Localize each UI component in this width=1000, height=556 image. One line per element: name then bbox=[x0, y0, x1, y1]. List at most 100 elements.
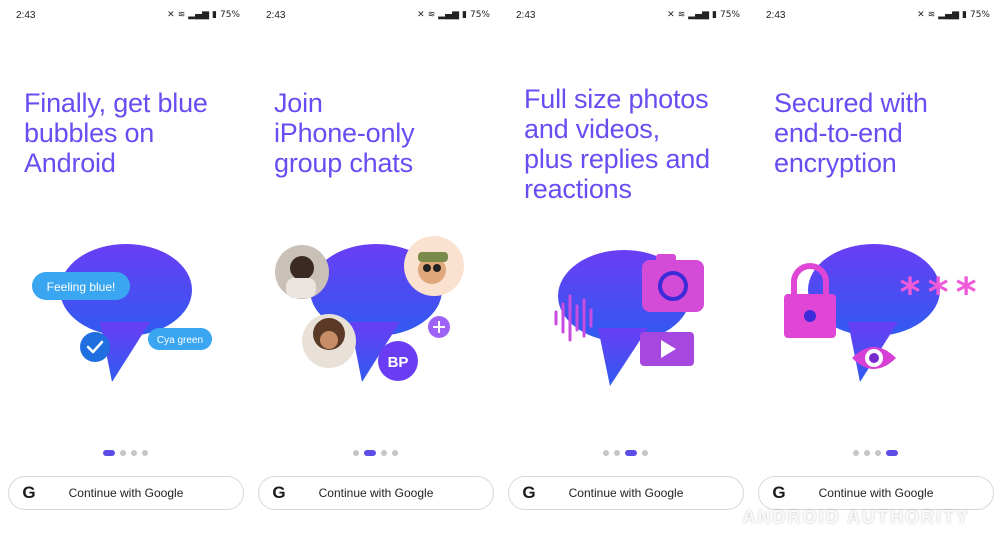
status-icons: ✕ ≋ ▂▄▆ ▮ 75% bbox=[917, 10, 990, 20]
onboarding-screen-3: 2:43 ✕ ≋ ▂▄▆ ▮ 75% Full size photos and … bbox=[500, 0, 750, 556]
watermark: ANDROID AUTHORITY bbox=[742, 507, 970, 527]
button-label: Continue with Google bbox=[568, 486, 684, 500]
continue-with-google-button[interactable]: G Continue with Google bbox=[8, 476, 244, 510]
page-dot[interactable] bbox=[363, 450, 376, 456]
chat-bubble-icon bbox=[60, 244, 192, 382]
mute-icon: ✕ bbox=[417, 10, 425, 20]
page-dot[interactable] bbox=[863, 450, 870, 456]
page-dot[interactable] bbox=[102, 450, 115, 456]
page-dot[interactable] bbox=[874, 450, 881, 456]
headline: Finally, get blue bubbles on Android bbox=[24, 88, 246, 178]
signal-icon: ▂▄▆ bbox=[688, 10, 710, 20]
bp-badge: BP bbox=[378, 341, 418, 381]
google-g-icon: G bbox=[772, 483, 786, 502]
status-time: 2:43 bbox=[16, 9, 36, 21]
mute-icon: ✕ bbox=[667, 10, 675, 20]
continue-with-google-button[interactable]: G Continue with Google bbox=[508, 476, 744, 510]
mute-icon: ✕ bbox=[167, 10, 175, 20]
password-asterisks: *** bbox=[898, 270, 978, 316]
battery-icon: ▮ bbox=[462, 10, 467, 20]
page-indicator bbox=[250, 450, 500, 456]
headline-line: iPhone-only bbox=[274, 118, 415, 148]
status-time: 2:43 bbox=[266, 9, 286, 21]
continue-with-google-button[interactable]: G Continue with Google bbox=[758, 476, 994, 510]
onboarding-screen-4: 2:43 ✕ ≋ ▂▄▆ ▮ 75% Secured with end-to-e… bbox=[750, 0, 1000, 556]
headline-line: encryption bbox=[774, 148, 897, 178]
headline-line: Full size photos bbox=[524, 84, 709, 114]
battery-percent: 75% bbox=[469, 10, 490, 20]
button-label: Continue with Google bbox=[318, 486, 434, 500]
illustration-media bbox=[500, 230, 750, 400]
avatar-memoji bbox=[404, 236, 464, 296]
status-bar: 2:43 ✕ ≋ ▂▄▆ ▮ 75% bbox=[766, 8, 990, 22]
headline: Secured with end-to-end encryption bbox=[774, 88, 996, 178]
headline-line: bubbles on bbox=[24, 118, 155, 148]
status-bar: 2:43 ✕ ≋ ▂▄▆ ▮ 75% bbox=[516, 8, 740, 22]
svg-text:BP: BP bbox=[388, 354, 409, 371]
page-dot[interactable] bbox=[852, 450, 859, 456]
illustration-encryption: *** bbox=[750, 230, 1000, 400]
page-indicator bbox=[750, 450, 1000, 456]
continue-with-google-button[interactable]: G Continue with Google bbox=[258, 476, 494, 510]
headline-line: end-to-end bbox=[774, 118, 903, 148]
signal-icon: ▂▄▆ bbox=[938, 10, 960, 20]
page-dot[interactable] bbox=[391, 450, 398, 456]
headline-line: plus replies and bbox=[524, 144, 710, 174]
page-dot[interactable] bbox=[641, 450, 648, 456]
headline: Full size photos and videos, plus replie… bbox=[524, 84, 746, 204]
headline-line: Android bbox=[24, 148, 116, 178]
google-g-icon: G bbox=[522, 483, 536, 502]
signal-icon: ▂▄▆ bbox=[438, 10, 460, 20]
page-indicator bbox=[0, 450, 250, 456]
wifi-icon: ≋ bbox=[427, 10, 436, 20]
headline-line: Join bbox=[274, 88, 323, 118]
svg-text:Feeling blue!: Feeling blue! bbox=[47, 280, 116, 294]
headline: Join iPhone-only group chats bbox=[274, 88, 496, 178]
page-dot[interactable] bbox=[119, 450, 126, 456]
button-label: Continue with Google bbox=[818, 486, 934, 500]
add-member-icon bbox=[428, 316, 450, 338]
signal-icon: ▂▄▆ bbox=[188, 10, 210, 20]
onboarding-screen-2: 2:43 ✕ ≋ ▂▄▆ ▮ 75% Join iPhone-only grou… bbox=[250, 0, 500, 556]
onboarding-screen-1: 2:43 ✕ ≋ ▂▄▆ ▮ 75% Finally, get blue bub… bbox=[0, 0, 250, 556]
battery-icon: ▮ bbox=[962, 10, 967, 20]
page-indicator bbox=[500, 450, 750, 456]
page-dot[interactable] bbox=[613, 450, 620, 456]
page-dot[interactable] bbox=[885, 450, 898, 456]
status-bar: 2:43 ✕ ≋ ▂▄▆ ▮ 75% bbox=[16, 8, 240, 22]
mute-icon: ✕ bbox=[917, 10, 925, 20]
wifi-icon: ≋ bbox=[927, 10, 936, 20]
status-time: 2:43 bbox=[516, 9, 536, 21]
page-dot[interactable] bbox=[624, 450, 637, 456]
status-icons: ✕ ≋ ▂▄▆ ▮ 75% bbox=[167, 10, 240, 20]
battery-percent: 75% bbox=[969, 10, 990, 20]
svg-text:Cya green: Cya green bbox=[157, 335, 203, 346]
battery-percent: 75% bbox=[219, 10, 240, 20]
battery-percent: 75% bbox=[719, 10, 740, 20]
wifi-icon: ≋ bbox=[677, 10, 686, 20]
battery-icon: ▮ bbox=[712, 10, 717, 20]
illustration-group-chat: BP bbox=[250, 230, 500, 400]
headline-line: group chats bbox=[274, 148, 413, 178]
headline-line: and videos, bbox=[524, 114, 660, 144]
button-label: Continue with Google bbox=[68, 486, 184, 500]
status-icons: ✕ ≋ ▂▄▆ ▮ 75% bbox=[417, 10, 490, 20]
feeling-blue-bubble: Feeling blue! bbox=[32, 272, 130, 300]
cya-green-bubble: Cya green bbox=[148, 328, 212, 350]
page-dot[interactable] bbox=[141, 450, 148, 456]
illustration-blue-bubbles: Feeling blue! Cya green bbox=[0, 230, 250, 400]
google-g-icon: G bbox=[272, 483, 286, 502]
onboarding-screens: 2:43 ✕ ≋ ▂▄▆ ▮ 75% Finally, get blue bub… bbox=[0, 0, 1000, 556]
avatar-woman-1 bbox=[275, 245, 329, 299]
page-dot[interactable] bbox=[130, 450, 137, 456]
battery-icon: ▮ bbox=[212, 10, 217, 20]
status-icons: ✕ ≋ ▂▄▆ ▮ 75% bbox=[667, 10, 740, 20]
page-dot[interactable] bbox=[352, 450, 359, 456]
headline-line: reactions bbox=[524, 174, 632, 204]
page-dot[interactable] bbox=[602, 450, 609, 456]
status-time: 2:43 bbox=[766, 9, 786, 21]
video-play-icon bbox=[640, 332, 694, 366]
status-bar: 2:43 ✕ ≋ ▂▄▆ ▮ 75% bbox=[266, 8, 490, 22]
headline-line: Finally, get blue bbox=[24, 88, 208, 118]
page-dot[interactable] bbox=[380, 450, 387, 456]
